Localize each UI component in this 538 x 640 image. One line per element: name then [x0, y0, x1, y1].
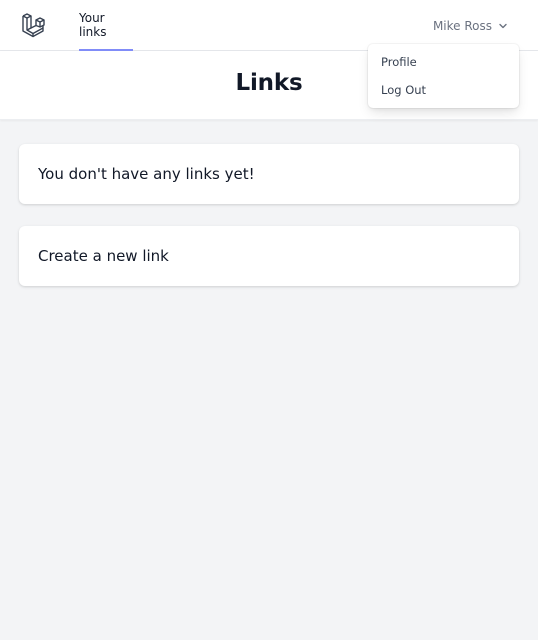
laravel-logo-icon[interactable]: [20, 11, 48, 39]
user-menu-button[interactable]: Mike Ross: [433, 16, 508, 36]
nav-link-your-links[interactable]: Your links: [79, 0, 133, 51]
dropdown-item-profile[interactable]: Profile: [368, 48, 519, 76]
user-dropdown-menu: Profile Log Out: [368, 44, 519, 108]
chevron-down-icon: [499, 23, 507, 29]
empty-links-message: You don't have any links yet!: [38, 165, 255, 183]
user-name: Mike Ross: [432, 19, 492, 33]
create-link-label[interactable]: Create a new link: [38, 247, 169, 265]
create-link-card[interactable]: Create a new link: [19, 226, 519, 286]
dropdown-item-log-out[interactable]: Log Out: [368, 76, 519, 104]
empty-links-card: You don't have any links yet!: [19, 144, 519, 204]
